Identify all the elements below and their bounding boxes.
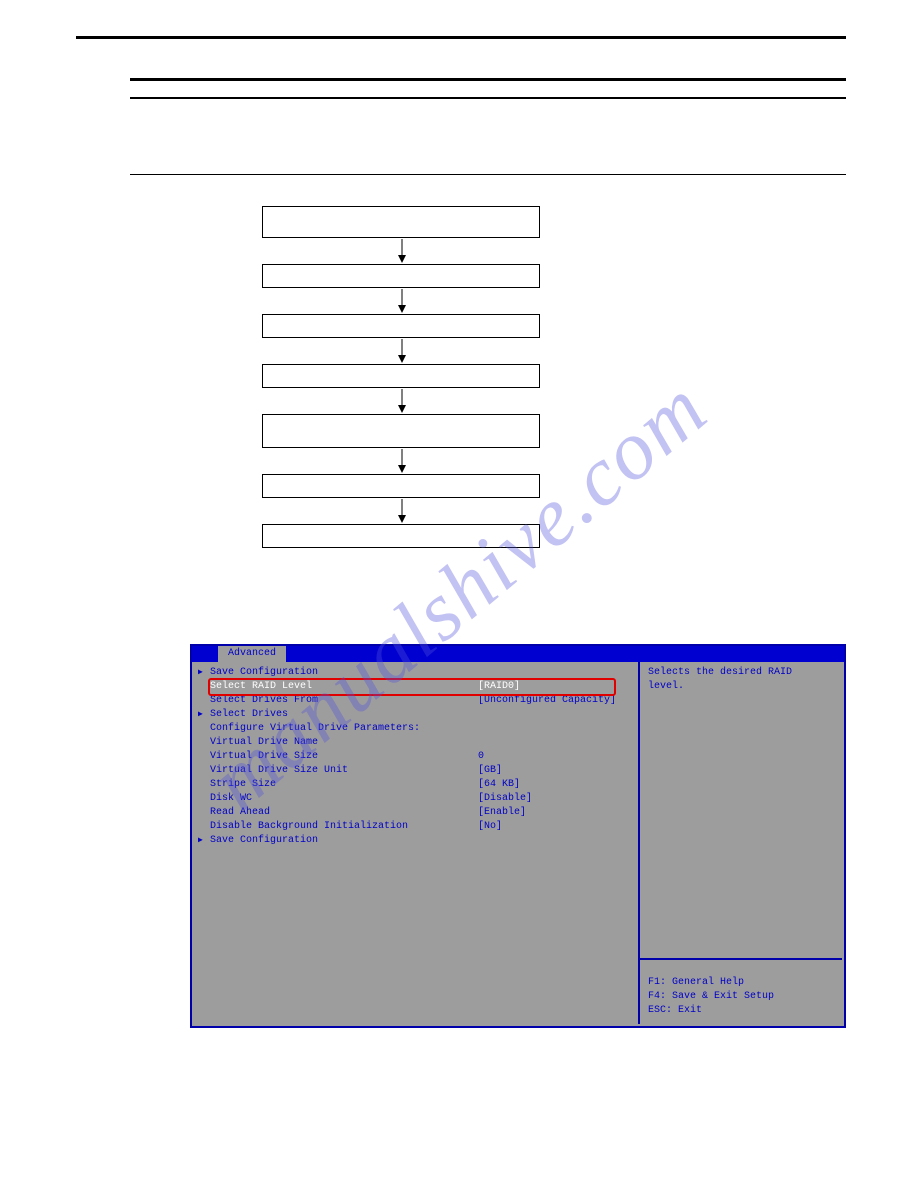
bios-row-label: Save Configuration [210, 666, 478, 680]
bios-row-9[interactable]: Disk WC[Disable] [198, 792, 634, 806]
bios-row-label: Save Configuration [210, 834, 478, 848]
bios-row-4[interactable]: Configure Virtual Drive Parameters: [198, 722, 634, 736]
bios-row-7[interactable]: Virtual Drive Size Unit[GB] [198, 764, 634, 778]
flow-arrow-2 [262, 288, 542, 314]
bios-row-value: 0 [478, 750, 484, 764]
bios-row-3[interactable]: Select Drives [198, 708, 634, 722]
bios-row-value: [GB] [478, 764, 502, 778]
bios-row-value: [Disable] [478, 792, 532, 806]
bios-row-value: [No] [478, 820, 502, 834]
bios-left-panel: Save ConfigurationSelect RAID Level[RAID… [194, 664, 638, 1024]
bios-screenshot: Advanced Save ConfigurationSelect RAID L… [190, 644, 846, 1028]
bios-row-label: Stripe Size [210, 778, 478, 792]
flow-box-2 [262, 264, 540, 288]
bios-row-0[interactable]: Save Configuration [198, 666, 634, 680]
bios-vertical-divider [638, 662, 640, 1024]
bios-topbar [192, 646, 844, 662]
bios-right-horizontal-divider [640, 958, 842, 960]
bios-row-label: Disk WC [210, 792, 478, 806]
bios-help-text: Selects the desired RAID level. [642, 664, 840, 696]
bios-row-label: Configure Virtual Drive Parameters: [210, 722, 478, 736]
bios-row-value: [64 KB] [478, 778, 520, 792]
flow-box-6 [262, 474, 540, 498]
bios-row-label: Virtual Drive Size [210, 750, 478, 764]
bios-row-1[interactable]: Select RAID Level[RAID0] [198, 680, 634, 694]
bios-row-label: Select RAID Level [210, 680, 478, 694]
section-rule-1 [130, 78, 846, 81]
section-rule-3 [130, 174, 846, 175]
flow-box-5 [262, 414, 540, 448]
bios-tab-advanced[interactable]: Advanced [218, 646, 286, 662]
page-top-rule [76, 36, 846, 39]
flowchart [262, 206, 542, 548]
bios-row-label: Disable Background Initialization [210, 820, 478, 834]
bios-row-12[interactable]: Save Configuration [198, 834, 634, 848]
flow-arrow-5 [262, 448, 542, 474]
flow-arrow-3 [262, 338, 542, 364]
bios-row-5[interactable]: Virtual Drive Name [198, 736, 634, 750]
bios-row-label: Virtual Drive Name [210, 736, 478, 750]
section-rule-2 [130, 97, 846, 99]
flow-arrow-1 [262, 238, 542, 264]
flow-box-3 [262, 314, 540, 338]
bios-row-2[interactable]: Select Drives From[Unconfigured Capacity… [198, 694, 634, 708]
bios-row-label: Select Drives [210, 708, 478, 722]
bios-row-label: Virtual Drive Size Unit [210, 764, 478, 778]
flow-arrow-4 [262, 388, 542, 414]
flow-arrow-6 [262, 498, 542, 524]
bios-row-value: [Enable] [478, 806, 526, 820]
flow-box-7 [262, 524, 540, 548]
flow-box-1 [262, 206, 540, 238]
bios-row-label: Read Ahead [210, 806, 478, 820]
bios-row-value: [RAID0] [478, 680, 520, 694]
bios-row-label: Select Drives From [210, 694, 478, 708]
bios-row-6[interactable]: Virtual Drive Size0 [198, 750, 634, 764]
bios-row-10[interactable]: Read Ahead[Enable] [198, 806, 634, 820]
bios-key-hints: F1: General Help F4: Save & Exit Setup E… [642, 974, 840, 1020]
flow-box-4 [262, 364, 540, 388]
bios-row-11[interactable]: Disable Background Initialization[No] [198, 820, 634, 834]
bios-row-8[interactable]: Stripe Size[64 KB] [198, 778, 634, 792]
bios-row-value: [Unconfigured Capacity] [478, 694, 616, 708]
